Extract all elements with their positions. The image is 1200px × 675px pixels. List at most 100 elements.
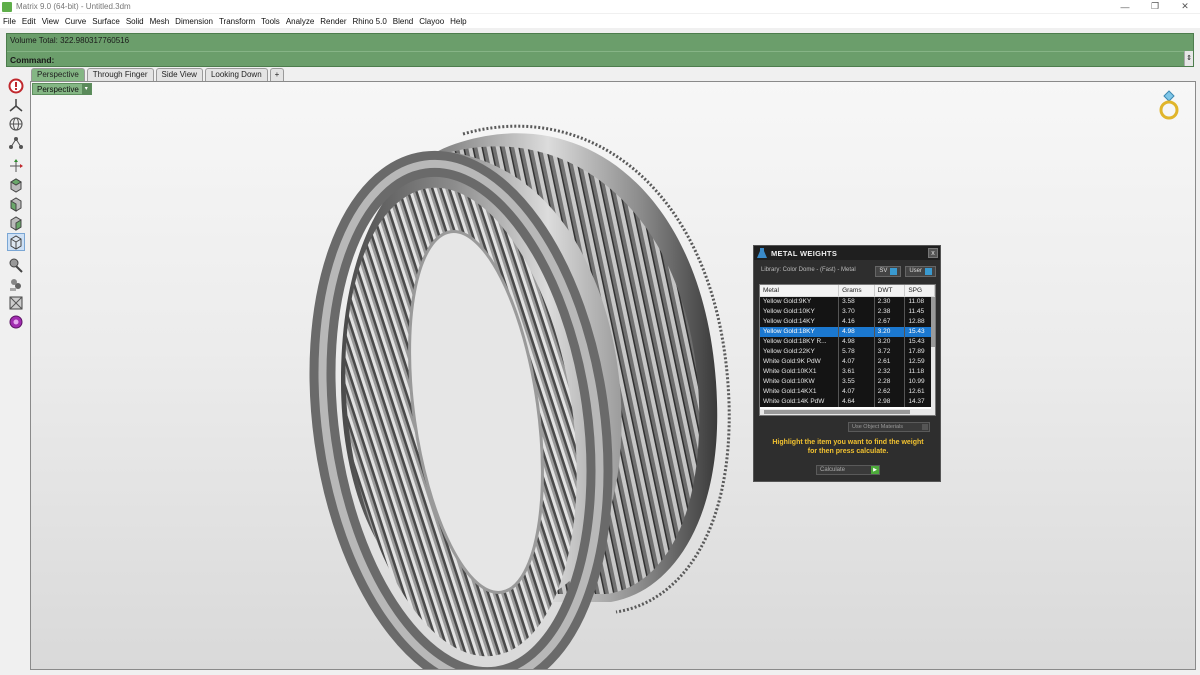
command-history: Volume Total: 322.980317760516 bbox=[10, 36, 130, 45]
cell-dwt: 2.61 bbox=[875, 357, 906, 367]
menu-mesh[interactable]: Mesh bbox=[150, 17, 170, 26]
cell-metal: Yellow Gold:18KY R... bbox=[760, 337, 840, 347]
menu-blend[interactable]: Blend bbox=[393, 17, 413, 26]
menu-solid[interactable]: Solid bbox=[126, 17, 144, 26]
instruction-line-2: for then press calculate. bbox=[807, 448, 889, 455]
ring-gem-icon[interactable] bbox=[1158, 90, 1180, 122]
tab-looking-down[interactable]: Looking Down bbox=[204, 68, 268, 81]
menu-file[interactable]: File bbox=[3, 17, 16, 26]
use-object-materials-button[interactable]: Use Object Materials bbox=[848, 422, 930, 432]
user-label: User bbox=[909, 268, 922, 274]
table-row[interactable]: White Gold:14K PdW 4.64 2.98 14.37 bbox=[760, 397, 935, 407]
nodes-icon[interactable] bbox=[7, 134, 25, 152]
close-button[interactable]: ✕ bbox=[1170, 0, 1200, 13]
col-metal[interactable]: Metal bbox=[760, 285, 840, 296]
table-row[interactable]: White Gold:14KX1 4.07 2.62 12.61 bbox=[760, 387, 935, 397]
menu-help[interactable]: Help bbox=[450, 17, 466, 26]
col-dwt[interactable]: DWT bbox=[875, 285, 906, 296]
user-button[interactable]: User bbox=[905, 266, 936, 277]
view-front-icon[interactable] bbox=[7, 195, 25, 213]
menu-rhino[interactable]: Rhino 5.0 bbox=[353, 17, 387, 26]
menu-clayoo[interactable]: Clayoo bbox=[419, 17, 444, 26]
menu-view[interactable]: View bbox=[42, 17, 59, 26]
menu-edit[interactable]: Edit bbox=[22, 17, 36, 26]
menu-render[interactable]: Render bbox=[320, 17, 346, 26]
maximize-button[interactable]: ❐ bbox=[1140, 0, 1170, 13]
cell-dwt: 3.20 bbox=[875, 327, 906, 337]
cell-metal: White Gold:10KW bbox=[760, 377, 840, 387]
cell-grams: 5.78 bbox=[839, 347, 875, 357]
metal-table: Metal Grams DWT SPG Yellow Gold:9KY 3.58 2… bbox=[759, 284, 936, 416]
menu-curve[interactable]: Curve bbox=[65, 17, 86, 26]
col-grams[interactable]: Grams bbox=[839, 285, 875, 296]
table-row[interactable]: Yellow Gold:18KY R... 4.98 3.20 15.43 bbox=[760, 337, 935, 347]
use-object-materials-label: Use Object Materials bbox=[852, 424, 904, 430]
menu-tools[interactable]: Tools bbox=[261, 17, 280, 26]
table-row[interactable]: White Gold:10KX1 3.61 2.32 11.18 bbox=[760, 367, 935, 377]
add-tab-button[interactable]: + bbox=[269, 68, 285, 81]
cell-metal: Yellow Gold:14KY bbox=[760, 317, 840, 327]
table-row[interactable]: White Gold:9K PdW 4.07 2.61 12.59 bbox=[760, 357, 935, 367]
metal-weights-panel: METAL WEIGHTS x Library: Color Dome - (F… bbox=[753, 245, 941, 482]
calculate-button[interactable]: Calculate ▶ bbox=[816, 465, 880, 475]
cell-metal: White Gold:14KX1 bbox=[760, 387, 840, 397]
viewport-label[interactable]: Perspective ▾ bbox=[32, 83, 92, 95]
cell-metal: White Gold:14K PdW bbox=[760, 397, 840, 407]
grid-icon[interactable] bbox=[7, 294, 25, 312]
app-logo-icon bbox=[2, 1, 12, 12]
menu-surface[interactable]: Surface bbox=[92, 17, 120, 26]
cell-dwt: 2.32 bbox=[875, 367, 906, 377]
cell-metal: White Gold:9K PdW bbox=[760, 357, 840, 367]
tab-through-finger[interactable]: Through Finger bbox=[86, 68, 154, 81]
play-icon: ▶ bbox=[871, 466, 879, 474]
menu-transform[interactable]: Transform bbox=[219, 17, 255, 26]
gem-icon[interactable] bbox=[7, 313, 25, 331]
cell-grams: 3.55 bbox=[839, 377, 875, 387]
instruction-line-1: Highlight the item you want to find the … bbox=[772, 439, 924, 446]
viewport-label-text: Perspective bbox=[37, 84, 79, 94]
menu-analyze[interactable]: Analyze bbox=[286, 17, 314, 26]
checkbox-icon bbox=[922, 424, 928, 430]
table-row[interactable]: White Gold:10KW 3.55 2.28 10.99 bbox=[760, 377, 935, 387]
table-row[interactable]: Yellow Gold:9KY 3.58 2.30 11.08 bbox=[760, 297, 935, 307]
table-row[interactable]: Yellow Gold:14KY 4.16 2.67 12.88 bbox=[760, 317, 935, 327]
command-scroll-button[interactable]: ⇕ bbox=[1184, 51, 1193, 66]
ring-model bbox=[309, 124, 731, 669]
view-top-icon[interactable] bbox=[7, 176, 25, 194]
cell-dwt: 3.20 bbox=[875, 337, 906, 347]
window-title: Matrix 9.0 (64-bit) - Untitled.3dm bbox=[16, 2, 131, 11]
sv-toggle-icon bbox=[890, 268, 898, 275]
command-line[interactable]: Command: bbox=[7, 51, 1185, 66]
sv-button[interactable]: SV bbox=[875, 266, 902, 277]
brush-icon[interactable] bbox=[7, 256, 25, 274]
scroll-thumb[interactable] bbox=[931, 297, 935, 347]
tab-perspective[interactable]: Perspective bbox=[31, 68, 85, 81]
library-label: Library: Color Dome - (Fast) - Metal bbox=[761, 267, 856, 273]
view-right-icon[interactable] bbox=[7, 214, 25, 232]
chevron-down-icon[interactable]: ▾ bbox=[81, 83, 91, 95]
cell-grams: 4.07 bbox=[839, 387, 875, 397]
cell-metal: Yellow Gold:22KY bbox=[760, 347, 840, 357]
viewport-perspective[interactable]: Perspective ▾ bbox=[30, 81, 1196, 670]
user-toggle-icon bbox=[925, 268, 932, 275]
minimize-button[interactable]: — bbox=[1110, 0, 1140, 13]
table-row[interactable]: Yellow Gold:22KY 5.78 3.72 17.89 bbox=[760, 347, 935, 357]
table-row[interactable]: Yellow Gold:10KY 3.70 2.38 11.45 bbox=[760, 307, 935, 317]
tab-side-view[interactable]: Side View bbox=[155, 68, 203, 81]
view-perspective-icon[interactable] bbox=[7, 233, 25, 251]
cell-grams: 3.58 bbox=[839, 297, 875, 307]
table-vertical-scrollbar[interactable] bbox=[931, 297, 935, 409]
command-prompt: Command: bbox=[10, 55, 55, 65]
panel-close-button[interactable]: x bbox=[928, 248, 938, 258]
table-horizontal-scrollbar[interactable] bbox=[760, 409, 935, 415]
info-icon[interactable] bbox=[7, 77, 25, 95]
menu-dimension[interactable]: Dimension bbox=[175, 17, 213, 26]
col-spg[interactable]: SPG bbox=[905, 285, 935, 296]
table-row[interactable]: Yellow Gold:18KY 4.98 3.20 15.43 bbox=[760, 327, 935, 337]
table-header: Metal Grams DWT SPG bbox=[760, 285, 935, 297]
axis-icon[interactable] bbox=[7, 96, 25, 114]
gumball-icon[interactable] bbox=[7, 157, 25, 175]
scroll-thumb[interactable] bbox=[764, 410, 910, 414]
globe-icon[interactable] bbox=[7, 115, 25, 133]
layers-icon[interactable] bbox=[7, 275, 25, 293]
